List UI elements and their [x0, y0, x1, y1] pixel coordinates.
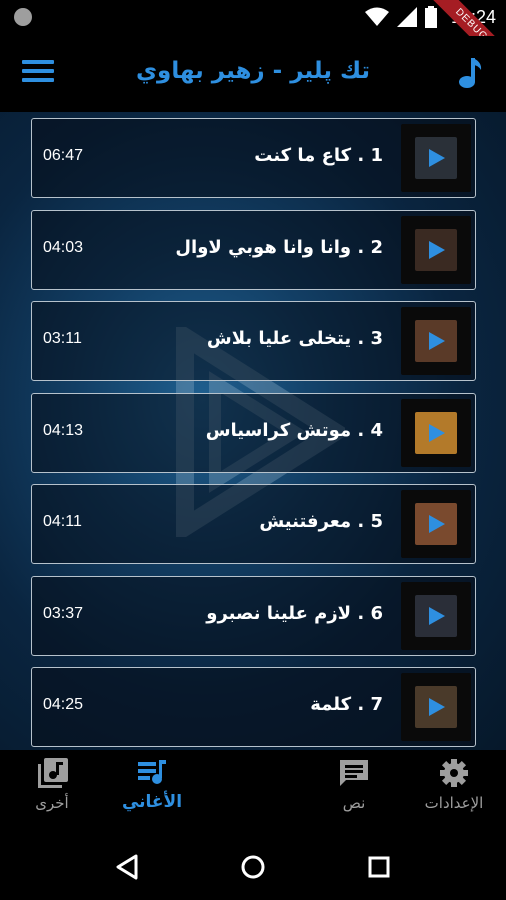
song-thumbnail — [401, 215, 471, 284]
song-title: 6 . لازم علينا نصبرو — [206, 602, 383, 624]
status-bar: 10:24 DEBUG — [0, 0, 506, 78]
play-icon — [429, 240, 445, 259]
library-music-icon — [38, 758, 68, 788]
song-item[interactable]: 1 . كاع ما كنت 06:47 — [31, 118, 476, 198]
song-duration: 03:11 — [43, 330, 82, 347]
song-title: 7 . كلمة — [310, 694, 383, 715]
song-title: 3 . يتخلى عليا بلاش — [206, 328, 383, 349]
song-thumbnail — [401, 581, 471, 650]
nav-other[interactable]: أخرى — [2, 758, 102, 824]
music-note-icon[interactable] — [456, 54, 484, 90]
nav-label: أخرى — [35, 794, 69, 812]
song-thumbnail — [401, 124, 471, 192]
song-item[interactable]: 7 . كلمة 04:25 — [31, 667, 476, 747]
song-duration: 06:47 — [43, 147, 84, 164]
play-icon — [429, 149, 445, 167]
song-duration: 04:13 — [43, 421, 84, 439]
nav-label: نص — [342, 794, 366, 812]
battery-icon — [424, 6, 437, 28]
system-navigation-bar — [0, 830, 506, 900]
signal-icon — [396, 7, 417, 27]
nav-label: الأغاني — [121, 792, 183, 812]
home-icon[interactable] — [238, 852, 268, 882]
nav-label: الإعدادات — [424, 794, 484, 812]
nav-text[interactable]: نص — [304, 758, 404, 824]
song-item[interactable]: 5 . معرفتنيش 04:11 — [31, 484, 476, 564]
play-icon — [429, 332, 445, 350]
song-thumbnail — [401, 673, 471, 741]
song-item[interactable]: 3 . يتخلى عليا بلاش 03:11 — [31, 301, 476, 381]
song-item[interactable]: 6 . لازم علينا نصبرو 03:37 — [31, 575, 476, 656]
song-duration: 03:37 — [43, 604, 84, 622]
wifi-icon — [364, 7, 389, 26]
queue-music-icon — [138, 760, 166, 784]
song-thumbnail — [401, 398, 471, 467]
song-duration: 04:11 — [43, 513, 82, 530]
gear-icon — [440, 759, 468, 787]
play-icon — [429, 606, 445, 625]
play-icon — [429, 423, 445, 442]
song-duration: 04:25 — [43, 696, 84, 713]
notification-icon — [14, 8, 32, 26]
song-list: 1 . كاع ما كنت 06:47 2 . وانا وانا هوبي … — [31, 118, 476, 750]
song-title: 2 . وانا وانا هوبي لاوال — [175, 236, 383, 258]
nav-settings[interactable]: الإعدادات — [404, 758, 504, 824]
nav-songs[interactable]: الأغاني — [102, 758, 202, 824]
song-title: 1 . كاع ما كنت — [254, 145, 383, 166]
bottom-navigation: أخرى الأغاني نص الإعدادات — [0, 750, 506, 830]
song-item[interactable]: 2 . وانا وانا هوبي لاوال 04:03 — [31, 209, 476, 290]
song-thumbnail — [401, 490, 471, 558]
song-title: 4 . موتش كراسياس — [205, 419, 383, 441]
play-icon — [429, 698, 445, 716]
recents-icon[interactable] — [364, 852, 394, 882]
song-title: 5 . معرفتنيش — [259, 511, 383, 532]
song-item[interactable]: 4 . موتش كراسياس 04:13 — [31, 392, 476, 473]
song-thumbnail — [401, 307, 471, 375]
song-list-area[interactable]: 1 . كاع ما كنت 06:47 2 . وانا وانا هوبي … — [0, 112, 506, 750]
message-icon — [340, 760, 368, 786]
app-title: تك پلير - زهير بهاوي — [135, 58, 371, 84]
song-duration: 04:03 — [43, 238, 84, 256]
back-icon[interactable] — [112, 852, 142, 882]
play-icon — [429, 515, 445, 533]
app-bar: تك پلير - زهير بهاوي — [0, 36, 506, 112]
